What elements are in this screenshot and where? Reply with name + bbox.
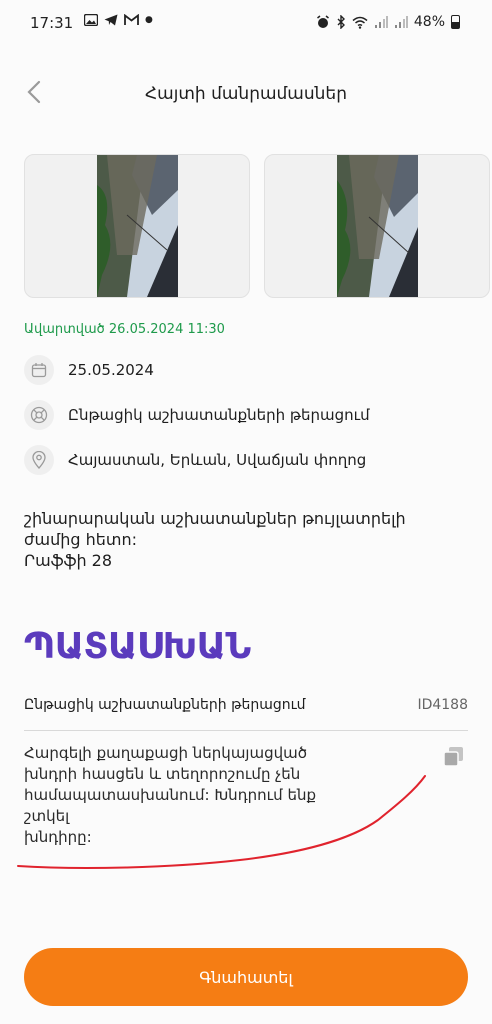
photo-thumbnail-1[interactable] (24, 154, 250, 298)
copy-button[interactable] (442, 745, 466, 769)
answer-heading: ՊԱՏԱՍԽԱՆ (24, 626, 251, 667)
location-pin-icon (24, 445, 54, 475)
category-icon (24, 400, 54, 430)
status-notification-icons: ● (84, 14, 153, 26)
dot-icon: ● (145, 15, 153, 25)
photo-thumbnail-2[interactable] (264, 154, 490, 298)
request-date: 25.05.2024 (68, 361, 154, 379)
status-time: 17:31 (30, 14, 74, 32)
gallery-icon (84, 14, 98, 26)
page-title: Հայտի մանրամասներ (145, 84, 347, 104)
info-row-category: Ընթացիկ աշխատանքների թերացում (24, 399, 370, 431)
alarm-icon (316, 15, 329, 28)
signal-icon-2 (394, 16, 408, 28)
telegram-icon (104, 14, 118, 26)
request-description: շինարարական աշխատանքներ թույլատրելի ժամի… (24, 509, 406, 570)
answer-text: Հարգելի քաղաքացի ներկայացված խնդրի հասցե… (24, 744, 317, 846)
photo-image-2 (337, 155, 418, 297)
bluetooth-icon (337, 15, 345, 29)
gmail-icon (124, 14, 139, 25)
answer-header-row: Ընթացիկ աշխատանքների թերացում ID4188 (24, 697, 468, 713)
calendar-icon (24, 355, 54, 385)
answer-category: Ընթացիկ աշխատանքների թերացում (24, 697, 306, 713)
answer-divider (24, 730, 468, 731)
request-status: Ավարտված 26.05.2024 11:30 (24, 322, 225, 337)
request-location: Հայաստան, Երևան, Սվաճյան փողոց (68, 451, 367, 469)
battery-icon (451, 15, 460, 29)
copy-icon (443, 747, 463, 767)
request-category: Ընթացիկ աշխատանքների թերացում (68, 406, 370, 424)
status-system-icons: 48% (316, 14, 460, 30)
wifi-icon (352, 16, 368, 29)
info-row-location: Հայաստան, Երևան, Սվաճյան փողոց (24, 444, 366, 476)
status-label: Ավարտված (24, 322, 105, 337)
info-row-date: 25.05.2024 (24, 354, 154, 386)
battery-percent: 48% (413, 14, 445, 30)
answer-id: ID4188 (417, 697, 468, 713)
status-datetime: 26.05.2024 11:30 (108, 322, 225, 337)
photo-image-1 (97, 155, 178, 297)
signal-icon (374, 16, 388, 28)
rate-button[interactable]: Գնահատել (24, 948, 468, 1006)
